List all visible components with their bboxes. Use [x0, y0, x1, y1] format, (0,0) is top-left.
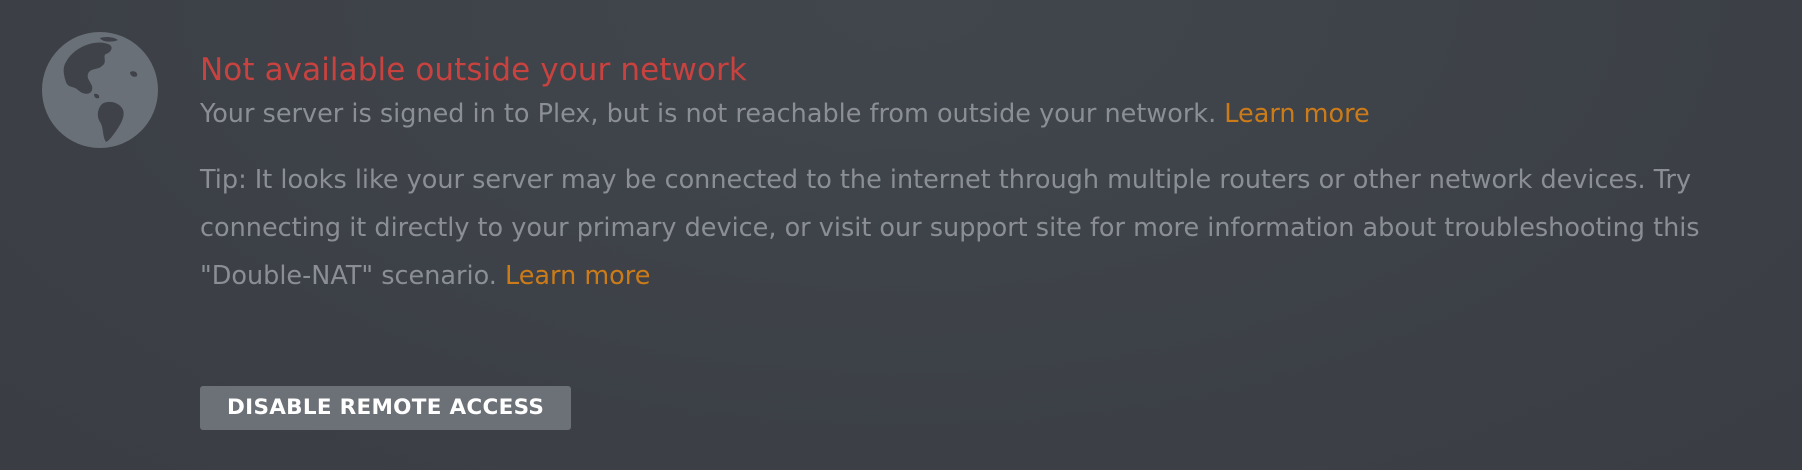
status-description: Your server is signed in to Plex, but is… — [200, 99, 1217, 129]
disable-remote-access-button[interactable]: DISABLE REMOTE ACCESS — [200, 386, 572, 430]
tip-learn-more-link[interactable]: Learn more — [505, 261, 650, 291]
status-learn-more-link[interactable]: Learn more — [1224, 99, 1369, 129]
globe-icon — [42, 32, 158, 148]
status-description-line: Your server is signed in to Plex, but is… — [200, 92, 1760, 136]
tip-text: Tip: It looks like your server may be co… — [200, 165, 1700, 291]
remote-access-status-panel: Not available outside your network Your … — [0, 0, 1802, 470]
status-content: Not available outside your network Your … — [200, 48, 1760, 300]
double-nat-tip: Tip: It looks like your server may be co… — [200, 156, 1760, 300]
status-title: Not available outside your network — [200, 52, 747, 88]
